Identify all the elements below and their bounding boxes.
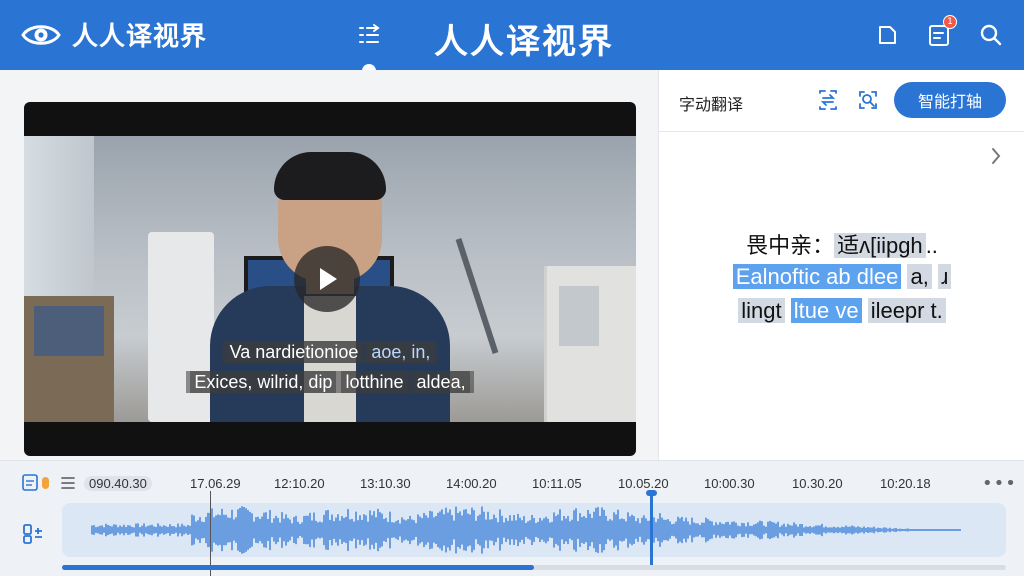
time-tick: 090.40.30 bbox=[84, 476, 152, 491]
in-marker[interactable] bbox=[210, 491, 211, 576]
app-name: 人人译视界 bbox=[72, 22, 208, 52]
time-tick: 12:10.20 bbox=[274, 476, 325, 491]
timeline-scroll-thumb[interactable] bbox=[62, 565, 534, 570]
scan-text-icon[interactable] bbox=[857, 89, 879, 115]
person-hair bbox=[274, 152, 386, 200]
time-tick: 10.05.20 bbox=[618, 476, 669, 491]
scene-books bbox=[559, 286, 599, 346]
audio-waveform[interactable] bbox=[62, 503, 1006, 557]
layout-toggle-icon[interactable] bbox=[356, 22, 382, 52]
swap-language-icon[interactable] bbox=[817, 89, 839, 115]
translation-line-3: lingt ltue ve ileepr t. bbox=[659, 298, 1024, 324]
scene-lamp bbox=[455, 238, 499, 354]
panel-title: 字动翻译 bbox=[679, 95, 744, 114]
notification-icon[interactable]: 1 bbox=[924, 15, 957, 50]
timeline-panel: 090.40.30 17.06.29 12:10.20 13:10.30 14:… bbox=[0, 460, 1024, 576]
scene-air-conditioner bbox=[148, 232, 214, 422]
time-tick: 17.06.29 bbox=[190, 476, 241, 491]
playhead[interactable] bbox=[650, 491, 653, 567]
play-icon bbox=[320, 268, 337, 290]
play-button[interactable] bbox=[294, 246, 360, 312]
time-tick: 13:10.30 bbox=[360, 476, 411, 491]
app-logo[interactable]: 人人译视界 bbox=[20, 16, 207, 53]
timeline-scrollbar[interactable] bbox=[62, 565, 1006, 570]
time-tick: 10:00.30 bbox=[704, 476, 755, 491]
translation-line-1: 畏中亲： 适ʌ[iipgh.. bbox=[746, 233, 938, 258]
subtitle-line-2: Exices, wilrid, dip lotthine aldea, bbox=[24, 371, 636, 393]
subtitle-track-icon[interactable] bbox=[22, 473, 52, 497]
time-tick: 14:00.20 bbox=[446, 476, 497, 491]
chevron-right-icon[interactable] bbox=[989, 146, 1003, 170]
menu-icon[interactable] bbox=[60, 473, 76, 497]
waveform-settings-icon[interactable] bbox=[22, 523, 44, 549]
video-player[interactable]: Va nardietionioe aoe, in, Exices, wilrid… bbox=[24, 102, 636, 456]
bookmark-icon[interactable] bbox=[872, 20, 902, 50]
app-header: 人人译视界 人人译视界 1 bbox=[0, 0, 1024, 78]
subtitle-line-1: Va nardietionioe aoe, in, bbox=[24, 341, 636, 363]
time-tick: 10.30.20 bbox=[792, 476, 843, 491]
video-area: Va nardietionioe aoe, in, Exices, wilrid… bbox=[0, 70, 658, 460]
eye-icon bbox=[21, 24, 61, 45]
time-tick: 10:11.05 bbox=[532, 476, 582, 491]
page-title: 人人译视界 bbox=[434, 22, 614, 62]
more-options-icon[interactable]: ••• bbox=[982, 473, 1017, 494]
notification-badge: 1 bbox=[943, 15, 957, 29]
translation-panel-header: 字动翻译 智能打轴 bbox=[659, 70, 1024, 132]
translation-line-2: Ealnoftic ab dlee a, ɹ bbox=[659, 264, 1024, 290]
time-tick: 10:20.18 bbox=[880, 476, 931, 491]
search-icon[interactable] bbox=[976, 20, 1006, 50]
time-ruler: 090.40.30 17.06.29 12:10.20 13:10.30 14:… bbox=[84, 476, 964, 496]
translation-panel: 字动翻译 智能打轴 畏中亲： 适ʌ[iipgh.. Ealnoftic ab dl… bbox=[658, 70, 1024, 460]
smart-timing-button[interactable]: 智能打轴 bbox=[894, 82, 1006, 118]
